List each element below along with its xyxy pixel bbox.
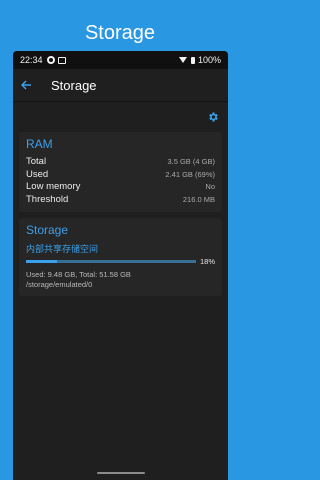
arrow-left-icon[interactable] [20, 78, 41, 93]
status-right: 100% [178, 55, 221, 65]
ram-row-total: Total 3.5 GB (4 GB) [26, 156, 215, 169]
ram-label: Used [26, 168, 49, 180]
ram-value: 216.0 MB [182, 194, 215, 204]
status-time: 22:34 [20, 55, 43, 65]
usage-bar-row: 18% [26, 257, 215, 266]
storage-title: Storage [26, 223, 69, 237]
volume-usage: Used: 9.48 GB, Total: 51.58 GB [26, 270, 131, 279]
ram-row-low-memory: Low memory No [26, 181, 215, 194]
gear-icon[interactable] [207, 110, 219, 122]
ram-label: Total [26, 156, 47, 167]
storage-volume[interactable]: 内部共享存储空间 18% Used: 9.48 GB, Total: 51.58… [26, 242, 215, 290]
usage-bar-fill [26, 260, 57, 263]
volume-path: /storage/emulated/0 [26, 280, 93, 289]
app-toolbar: Storage [13, 69, 228, 101]
usage-bar [26, 260, 196, 263]
settings-row [13, 102, 228, 132]
status-bar: 22:34 100% [13, 51, 228, 69]
ram-card: RAM Total 3.5 GB (4 GB) Used 2.41 GB (69… [19, 132, 222, 212]
wifi-icon [178, 57, 187, 63]
notification-icon [46, 56, 55, 64]
banner-title: Storage [84, 22, 156, 44]
ram-value: No [205, 182, 215, 191]
home-indicator [97, 472, 145, 474]
battery-icon [190, 56, 195, 64]
ram-row-threshold: Threshold 216.0 MB [26, 194, 215, 207]
ram-label: Low memory [26, 181, 81, 192]
ram-value: 2.41 GB (69%) [165, 169, 215, 179]
storage-card: Storage 内部共享存储空间 18% Used: 9.48 GB, Tota… [19, 218, 222, 296]
ram-value: 3.5 GB (4 GB) [167, 157, 215, 166]
page-title: Storage [51, 77, 97, 93]
volume-name: 内部共享存储空间 [26, 244, 99, 254]
ram-label: Threshold [26, 193, 69, 205]
usage-percent: 18% [199, 257, 215, 266]
battery-percent: 100% [197, 55, 221, 65]
app-notification-icon [57, 56, 66, 64]
ram-title: RAM [26, 137, 53, 151]
phone-screen: 22:34 100% Storage RAM Total 3.5 GB (4 G… [13, 51, 228, 480]
ram-row-used: Used 2.41 GB (69%) [26, 169, 215, 182]
